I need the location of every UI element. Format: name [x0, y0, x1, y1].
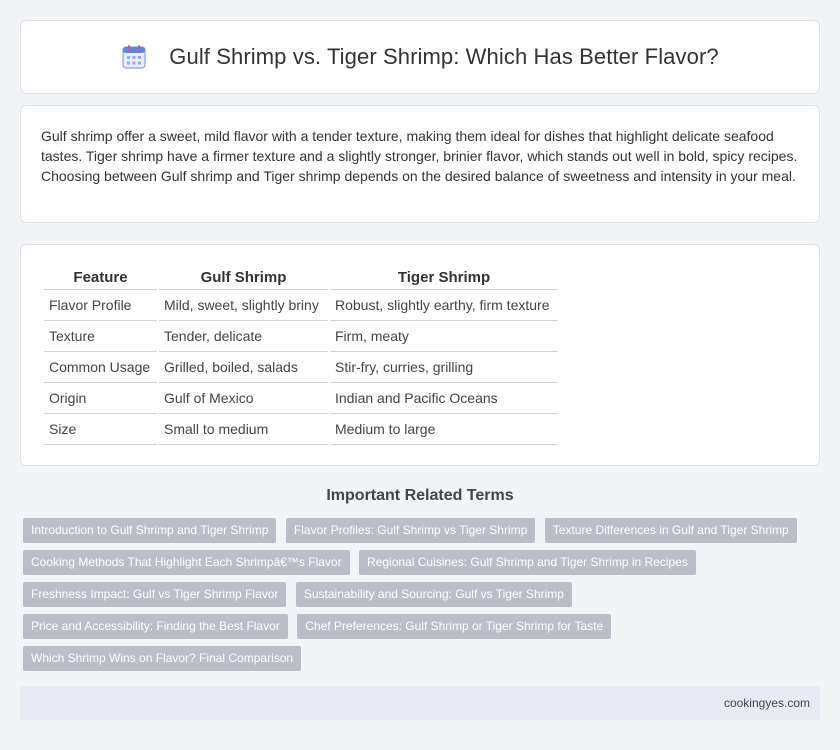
footer: cookingyes.com: [20, 686, 820, 720]
tiger-cell: Firm, meaty: [330, 321, 558, 352]
tiger-cell: Robust, slightly earthy, firm texture: [330, 290, 558, 321]
feature-cell: Common Usage: [44, 352, 157, 383]
title-card: Gulf Shrimp vs. Tiger Shrimp: Which Has …: [20, 20, 820, 94]
table-row: Common Usage Grilled, boiled, salads Sti…: [44, 352, 558, 383]
related-terms-heading: Important Related Terms: [326, 487, 514, 504]
table-header-row: Feature Gulf Shrimp Tiger Shrimp: [44, 265, 558, 290]
table-row: Flavor Profile Mild, sweet, slightly bri…: [44, 290, 558, 321]
tiger-cell: Indian and Pacific Oceans: [330, 383, 558, 414]
header-tiger-shrimp: Tiger Shrimp: [330, 265, 558, 290]
calendar-icon: [122, 45, 146, 69]
gulf-cell: Small to medium: [159, 414, 328, 445]
related-term-tag[interactable]: Chef Preferences: Gulf Shrimp or Tiger S…: [297, 614, 612, 639]
comparison-table: Feature Gulf Shrimp Tiger Shrimp Flavor …: [42, 265, 560, 445]
table-row: Size Small to medium Medium to large: [44, 414, 558, 445]
gulf-cell: Tender, delicate: [159, 321, 328, 352]
related-term-tag[interactable]: Freshness Impact: Gulf vs Tiger Shrimp F…: [23, 582, 287, 607]
comparison-card: Feature Gulf Shrimp Tiger Shrimp Flavor …: [20, 244, 820, 466]
related-term-tag[interactable]: Which Shrimp Wins on Flavor? Final Compa…: [23, 646, 302, 671]
related-term-tag[interactable]: Flavor Profiles: Gulf Shrimp vs Tiger Sh…: [285, 518, 536, 543]
feature-cell: Size: [44, 414, 157, 445]
table-row: Texture Tender, delicate Firm, meaty: [44, 321, 558, 352]
table-row: Origin Gulf of Mexico Indian and Pacific…: [44, 383, 558, 414]
related-term-tag[interactable]: Cooking Methods That Highlight Each Shri…: [23, 550, 350, 575]
tiger-cell: Medium to large: [330, 414, 558, 445]
footer-site-name: cookingyes.com: [723, 696, 810, 710]
page-title: Gulf Shrimp vs. Tiger Shrimp: Which Has …: [169, 44, 719, 69]
feature-cell: Origin: [44, 383, 157, 414]
related-term-tag[interactable]: Regional Cuisines: Gulf Shrimp and Tiger…: [359, 550, 696, 575]
intro-card: Gulf shrimp offer a sweet, mild flavor w…: [20, 105, 820, 223]
related-terms-list: Introduction to Gulf Shrimp and Tiger Sh…: [23, 518, 803, 678]
gulf-cell: Grilled, boiled, salads: [159, 352, 328, 383]
related-term-tag[interactable]: Introduction to Gulf Shrimp and Tiger Sh…: [23, 518, 277, 543]
intro-paragraph: Gulf shrimp offer a sweet, mild flavor w…: [41, 128, 798, 184]
related-term-tag[interactable]: Sustainability and Sourcing: Gulf vs Tig…: [295, 582, 572, 607]
gulf-cell: Mild, sweet, slightly briny: [159, 290, 328, 321]
feature-cell: Texture: [44, 321, 157, 352]
related-term-tag[interactable]: Price and Accessibility: Finding the Bes…: [23, 614, 288, 639]
tiger-cell: Stir-fry, curries, grilling: [330, 352, 558, 383]
header-gulf-shrimp: Gulf Shrimp: [159, 265, 328, 290]
gulf-cell: Gulf of Mexico: [159, 383, 328, 414]
related-term-tag[interactable]: Texture Differences in Gulf and Tiger Sh…: [544, 518, 797, 543]
feature-cell: Flavor Profile: [44, 290, 157, 321]
header-feature: Feature: [44, 265, 157, 290]
